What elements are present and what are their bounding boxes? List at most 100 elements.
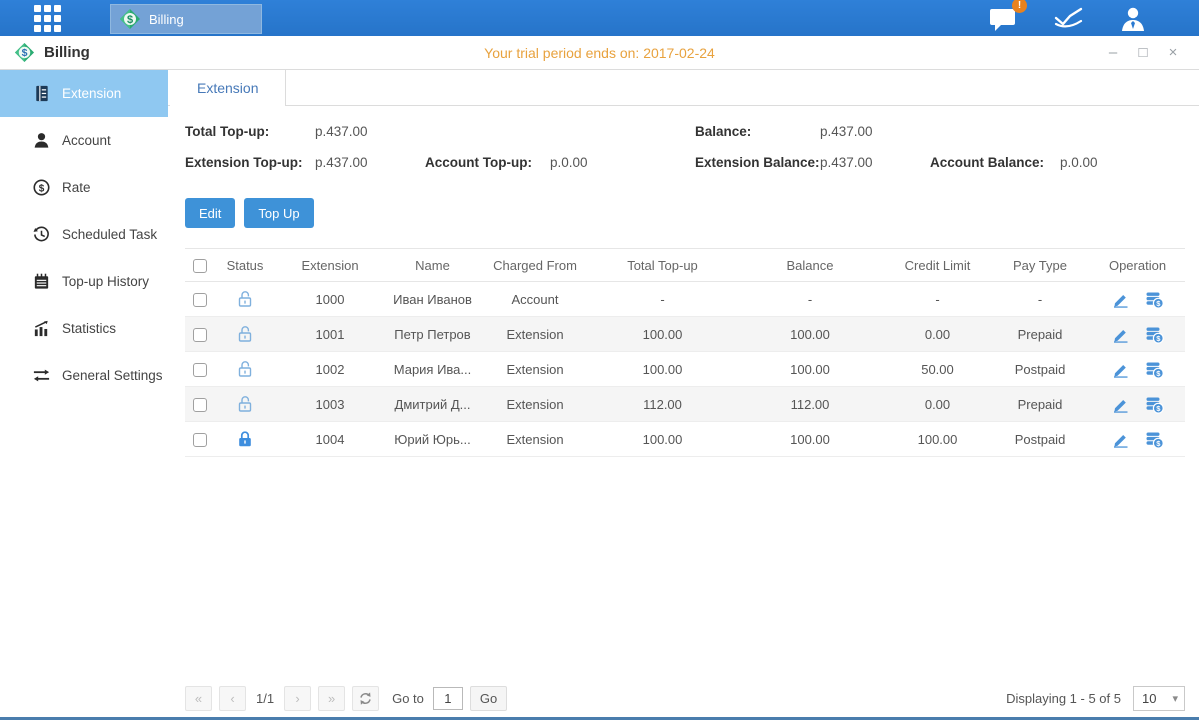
edit-button[interactable]: Edit bbox=[185, 198, 235, 228]
billing-summary: Total Top-up: p.437.00 Balance: p.437.00… bbox=[185, 120, 1199, 182]
cell-total-topup: 100.00 bbox=[590, 327, 735, 342]
user-account-icon[interactable] bbox=[1119, 5, 1147, 32]
header-pay-type: Pay Type bbox=[990, 258, 1090, 273]
sidebar: Extension Account $ Rate bbox=[0, 70, 168, 717]
first-page-button[interactable]: « bbox=[185, 686, 212, 711]
billing-app-icon: $ bbox=[14, 42, 36, 64]
top-app-bar: $ Billing ! bbox=[0, 0, 1199, 36]
extension-topup-value: p.437.00 bbox=[315, 155, 368, 170]
top-up-row-icon[interactable]: $ bbox=[1144, 289, 1164, 309]
cell-credit-limit: - bbox=[885, 292, 990, 307]
tab-extension[interactable]: Extension bbox=[170, 70, 286, 106]
row-checkbox[interactable] bbox=[193, 328, 207, 342]
taskbar-tab-billing[interactable]: $ Billing bbox=[110, 4, 262, 34]
table-row: 1004 Юрий Юрь... Extension 100.00 100.00… bbox=[185, 422, 1185, 457]
cell-name: Мария Ива... bbox=[385, 362, 480, 377]
total-topup-label: Total Top-up: bbox=[185, 124, 269, 139]
sidebar-item-scheduled-task[interactable]: Scheduled Task bbox=[0, 211, 168, 258]
cell-extension: 1001 bbox=[275, 327, 385, 342]
app-launcher-grid-icon[interactable] bbox=[34, 5, 68, 31]
sidebar-item-rate[interactable]: $ Rate bbox=[0, 164, 168, 211]
cell-name: Петр Петров bbox=[385, 327, 480, 342]
maximize-button[interactable]: □ bbox=[1135, 45, 1151, 61]
page-size-value: 10 bbox=[1142, 691, 1156, 706]
cell-extension: 1000 bbox=[275, 292, 385, 307]
billing-diamond-icon: $ bbox=[119, 8, 141, 30]
edit-row-icon[interactable] bbox=[1111, 290, 1129, 308]
row-checkbox[interactable] bbox=[193, 433, 207, 447]
table-row: 1000 Иван Иванов Account - - - - $ bbox=[185, 282, 1185, 317]
top-up-row-icon[interactable]: $ bbox=[1144, 429, 1164, 449]
balance-label: Balance: bbox=[695, 124, 751, 139]
sidebar-item-statistics[interactable]: Statistics bbox=[0, 305, 168, 352]
sidebar-item-label: General Settings bbox=[62, 368, 163, 383]
pagination-bar: « ‹ 1/1 › » Go to Go Displaying 1 - 5 of… bbox=[185, 686, 1185, 711]
unlocked-icon[interactable] bbox=[235, 394, 255, 414]
go-button[interactable]: Go bbox=[470, 686, 507, 711]
taskbar-tab-label: Billing bbox=[149, 12, 184, 27]
close-button[interactable]: × bbox=[1165, 45, 1181, 61]
locked-icon[interactable] bbox=[235, 429, 255, 449]
row-checkbox[interactable] bbox=[193, 293, 207, 307]
sidebar-item-topup-history[interactable]: Top-up History bbox=[0, 258, 168, 305]
edit-row-icon[interactable] bbox=[1111, 430, 1129, 448]
statistics-chart-icon[interactable] bbox=[1053, 5, 1085, 31]
sidebar-item-label: Rate bbox=[62, 180, 91, 195]
statistics-icon bbox=[31, 319, 51, 339]
edit-row-icon[interactable] bbox=[1111, 360, 1129, 378]
cell-credit-limit: 0.00 bbox=[885, 397, 990, 412]
messages-icon[interactable]: ! bbox=[989, 5, 1019, 32]
unlocked-icon[interactable] bbox=[235, 289, 255, 309]
sidebar-item-general-settings[interactable]: General Settings bbox=[0, 352, 168, 399]
header-status: Status bbox=[215, 258, 275, 273]
cell-balance: 100.00 bbox=[735, 432, 885, 447]
cell-balance: 100.00 bbox=[735, 327, 885, 342]
page-indicator: 1/1 bbox=[256, 691, 274, 706]
cell-total-topup: 100.00 bbox=[590, 362, 735, 377]
svg-text:$: $ bbox=[22, 47, 28, 59]
next-page-button[interactable]: › bbox=[284, 686, 311, 711]
svg-text:$: $ bbox=[38, 183, 44, 194]
extension-topup-label: Extension Top-up: bbox=[185, 155, 303, 170]
trial-period-message: Your trial period ends on: 2017-02-24 bbox=[0, 45, 1199, 61]
cell-name: Иван Иванов bbox=[385, 292, 480, 307]
cell-pay-type: Postpaid bbox=[990, 362, 1090, 377]
cell-credit-limit: 50.00 bbox=[885, 362, 990, 377]
total-topup-value: p.437.00 bbox=[315, 124, 368, 139]
balance-value: p.437.00 bbox=[820, 124, 873, 139]
cell-extension: 1003 bbox=[275, 397, 385, 412]
refresh-icon bbox=[358, 691, 373, 706]
cell-pay-type: Prepaid bbox=[990, 397, 1090, 412]
scheduled-task-icon bbox=[31, 225, 51, 245]
refresh-button[interactable] bbox=[352, 686, 379, 711]
top-up-row-icon[interactable]: $ bbox=[1144, 324, 1164, 344]
cell-charged-from: Extension bbox=[480, 432, 590, 447]
row-checkbox[interactable] bbox=[193, 398, 207, 412]
last-page-button[interactable]: » bbox=[318, 686, 345, 711]
cell-credit-limit: 100.00 bbox=[885, 432, 990, 447]
minimize-button[interactable]: – bbox=[1105, 45, 1121, 61]
edit-row-icon[interactable] bbox=[1111, 325, 1129, 343]
top-up-row-icon[interactable]: $ bbox=[1144, 394, 1164, 414]
top-up-button[interactable]: Top Up bbox=[244, 198, 313, 228]
row-checkbox[interactable] bbox=[193, 363, 207, 377]
sidebar-item-account[interactable]: Account bbox=[0, 117, 168, 164]
header-name: Name bbox=[385, 258, 480, 273]
table-header-row: Status Extension Name Charged From Total… bbox=[185, 248, 1185, 282]
cell-total-topup: - bbox=[590, 292, 735, 307]
edit-row-icon[interactable] bbox=[1111, 395, 1129, 413]
select-all-checkbox[interactable] bbox=[193, 259, 207, 273]
unlocked-icon[interactable] bbox=[235, 359, 255, 379]
page-size-select[interactable]: 10 ▾ bbox=[1133, 686, 1185, 711]
window-title: Billing bbox=[44, 44, 90, 61]
prev-page-button[interactable]: ‹ bbox=[219, 686, 246, 711]
top-up-row-icon[interactable]: $ bbox=[1144, 359, 1164, 379]
cell-pay-type: Postpaid bbox=[990, 432, 1090, 447]
chevron-down-icon: ▾ bbox=[1172, 692, 1178, 705]
rate-icon: $ bbox=[31, 178, 51, 198]
goto-page-input[interactable] bbox=[433, 687, 463, 710]
table-body: 1000 Иван Иванов Account - - - - $ bbox=[185, 282, 1185, 457]
unlocked-icon[interactable] bbox=[235, 324, 255, 344]
topup-history-icon bbox=[31, 272, 51, 292]
sidebar-item-extension[interactable]: Extension bbox=[0, 70, 168, 117]
